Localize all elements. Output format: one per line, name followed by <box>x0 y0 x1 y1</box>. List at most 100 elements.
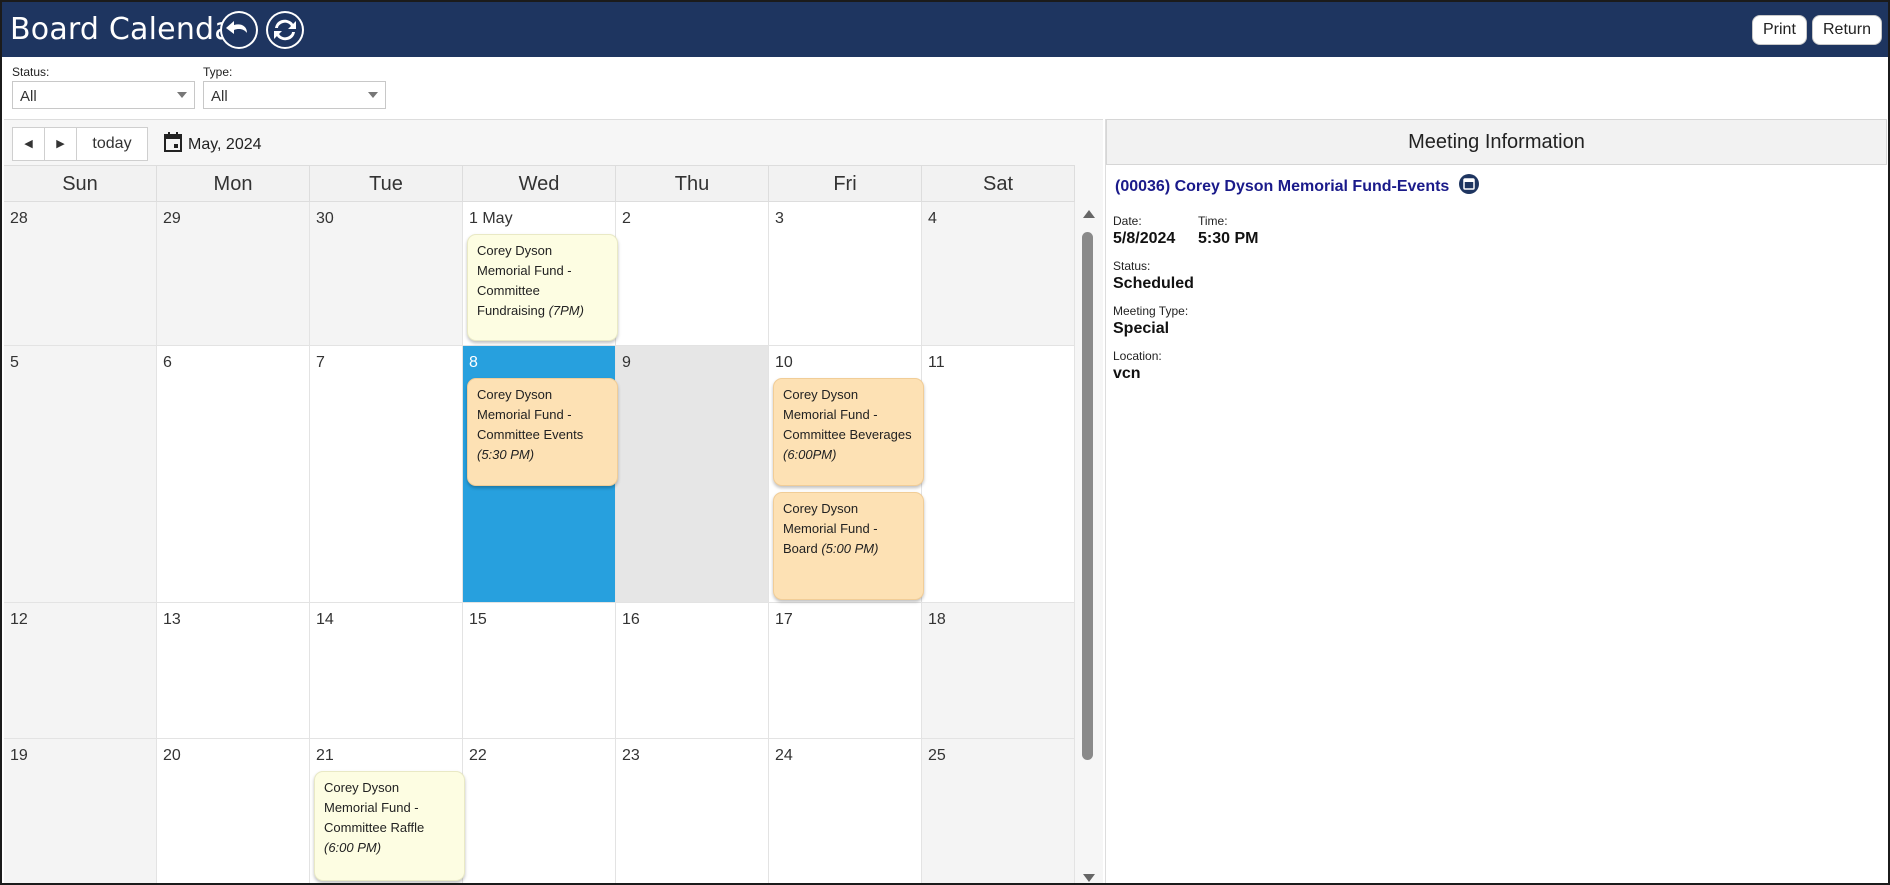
day-cell[interactable]: 11 <box>922 346 1075 603</box>
calendar-event[interactable]: Corey Dyson Memorial Fund - Committee Be… <box>773 378 924 486</box>
next-month-button[interactable]: ▶ <box>44 127 77 161</box>
day-number: 23 <box>622 747 640 764</box>
meeting-info-header: Meeting Information <box>1106 119 1887 165</box>
page-title: Board Calendar <box>10 12 246 47</box>
day-number: 17 <box>775 611 793 628</box>
day-number: 5 <box>10 354 19 371</box>
day-number: 7 <box>316 354 325 371</box>
scroll-up-icon[interactable] <box>1083 210 1095 218</box>
day-cell[interactable]: 15 <box>463 603 616 739</box>
day-cell[interactable]: 19 <box>4 739 157 883</box>
meeting-type-value: Special <box>1113 320 1170 337</box>
status-filter-value: All <box>20 88 37 105</box>
day-number: 24 <box>775 747 793 764</box>
day-number: 2 <box>622 210 631 227</box>
day-cell[interactable]: 23 <box>616 739 769 883</box>
status-filter-select[interactable]: All <box>12 81 195 109</box>
calendar-event[interactable]: Corey Dyson Memorial Fund - Committee Ra… <box>314 771 465 881</box>
chevron-down-icon <box>177 92 187 98</box>
day-number: 22 <box>469 747 487 764</box>
meeting-details-icon[interactable] <box>1459 174 1479 194</box>
today-button[interactable]: today <box>76 127 148 161</box>
calendar-event[interactable]: Corey Dyson Memorial Fund - Committee Fu… <box>467 234 618 341</box>
time-value: 5:30 PM <box>1198 230 1259 247</box>
month-label: May, 2024 <box>188 136 262 153</box>
dow-wed: Wed <box>463 166 616 202</box>
print-button[interactable]: Print <box>1752 15 1807 45</box>
dow-sat: Sat <box>922 166 1075 202</box>
calendar-event[interactable]: Corey Dyson Memorial Fund - Board (5:00 … <box>773 492 924 600</box>
status-filter-label: Status: <box>12 65 50 79</box>
day-cell[interactable]: 20 <box>157 739 310 883</box>
day-number: 11 <box>928 354 945 371</box>
day-cell[interactable]: 14 <box>310 603 463 739</box>
day-number: 13 <box>163 611 181 628</box>
type-filter-label: Type: <box>203 65 233 79</box>
calendar-scrollbar[interactable] <box>1079 210 1097 882</box>
meeting-info-panel: Meeting Information (00036) Corey Dyson … <box>1105 119 1887 883</box>
day-cell[interactable]: 2 <box>616 202 769 346</box>
day-number: 30 <box>316 210 334 227</box>
prev-month-button[interactable]: ◀ <box>12 127 45 161</box>
scrollbar-thumb[interactable] <box>1082 232 1093 760</box>
calendar-icon[interactable] <box>164 132 182 152</box>
event-title: Corey Dyson Memorial Fund - Committee Ra… <box>324 780 425 835</box>
day-cell[interactable]: 7 <box>310 346 463 603</box>
day-cell[interactable]: 24 <box>769 739 922 883</box>
meeting-type-label: Meeting Type: <box>1113 304 1189 318</box>
day-number: 10 <box>775 354 793 371</box>
day-cell[interactable]: 22 <box>463 739 616 883</box>
event-time: (6:00PM) <box>783 447 837 462</box>
days-of-week-header: Sun Mon Tue Wed Thu Fri Sat <box>4 165 1075 202</box>
day-cell[interactable]: 13 <box>157 603 310 739</box>
day-cell[interactable]: 12 <box>4 603 157 739</box>
day-number: 21 <box>316 747 334 764</box>
day-number: 9 <box>622 354 631 371</box>
dow-sun: Sun <box>4 166 157 202</box>
chevron-down-icon <box>368 92 378 98</box>
day-cell[interactable]: 29 <box>157 202 310 346</box>
undo-icon[interactable] <box>220 11 258 49</box>
day-cell[interactable]: 3 <box>769 202 922 346</box>
calendar-grid: 28 29 30 1 May 2 3 4 5 6 7 8 9 10 11 12 … <box>4 202 1075 883</box>
day-number: 28 <box>10 210 28 227</box>
app-frame: Board Calendar Print Return Status: All … <box>0 0 1890 885</box>
day-cell[interactable]: 18 <box>922 603 1075 739</box>
event-title: Corey Dyson Memorial Fund - Committee Ev… <box>477 387 584 442</box>
day-number: 25 <box>928 747 946 764</box>
day-number: 1 May <box>469 210 513 227</box>
day-number: 3 <box>775 210 784 227</box>
date-value: 5/8/2024 <box>1113 230 1176 247</box>
app-header: Board Calendar Print Return <box>2 2 1888 57</box>
day-cell[interactable]: 25 <box>922 739 1075 883</box>
location-value: vcn <box>1113 365 1141 382</box>
scroll-down-icon[interactable] <box>1083 874 1095 882</box>
day-cell[interactable]: 16 <box>616 603 769 739</box>
dow-mon: Mon <box>157 166 310 202</box>
date-label: Date: <box>1113 214 1142 228</box>
day-cell[interactable]: 17 <box>769 603 922 739</box>
day-cell[interactable]: 4 <box>922 202 1075 346</box>
day-cell[interactable]: 28 <box>4 202 157 346</box>
day-number: 8 <box>469 354 478 371</box>
day-cell[interactable]: 30 <box>310 202 463 346</box>
event-time: (6:00 PM) <box>324 840 382 855</box>
type-filter-value: All <box>211 88 228 105</box>
event-time: (7PM) <box>548 303 584 318</box>
day-number: 19 <box>10 747 28 764</box>
calendar-event-selected[interactable]: Corey Dyson Memorial Fund - Committee Ev… <box>467 378 618 486</box>
day-cell[interactable]: 6 <box>157 346 310 603</box>
event-time: (5:30 PM) <box>477 447 535 462</box>
return-button[interactable]: Return <box>1812 15 1883 45</box>
day-cell[interactable]: 5 <box>4 346 157 603</box>
day-number: 14 <box>316 611 334 628</box>
dow-thu: Thu <box>616 166 769 202</box>
type-filter-select[interactable]: All <box>203 81 386 109</box>
dow-fri: Fri <box>769 166 922 202</box>
dow-tue: Tue <box>310 166 463 202</box>
day-cell[interactable]: 9 <box>616 346 769 603</box>
day-number: 16 <box>622 611 640 628</box>
location-label: Location: <box>1113 349 1162 363</box>
refresh-icon[interactable] <box>266 11 304 49</box>
meeting-title-link[interactable]: (00036) Corey Dyson Memorial Fund-Events <box>1115 178 1449 196</box>
